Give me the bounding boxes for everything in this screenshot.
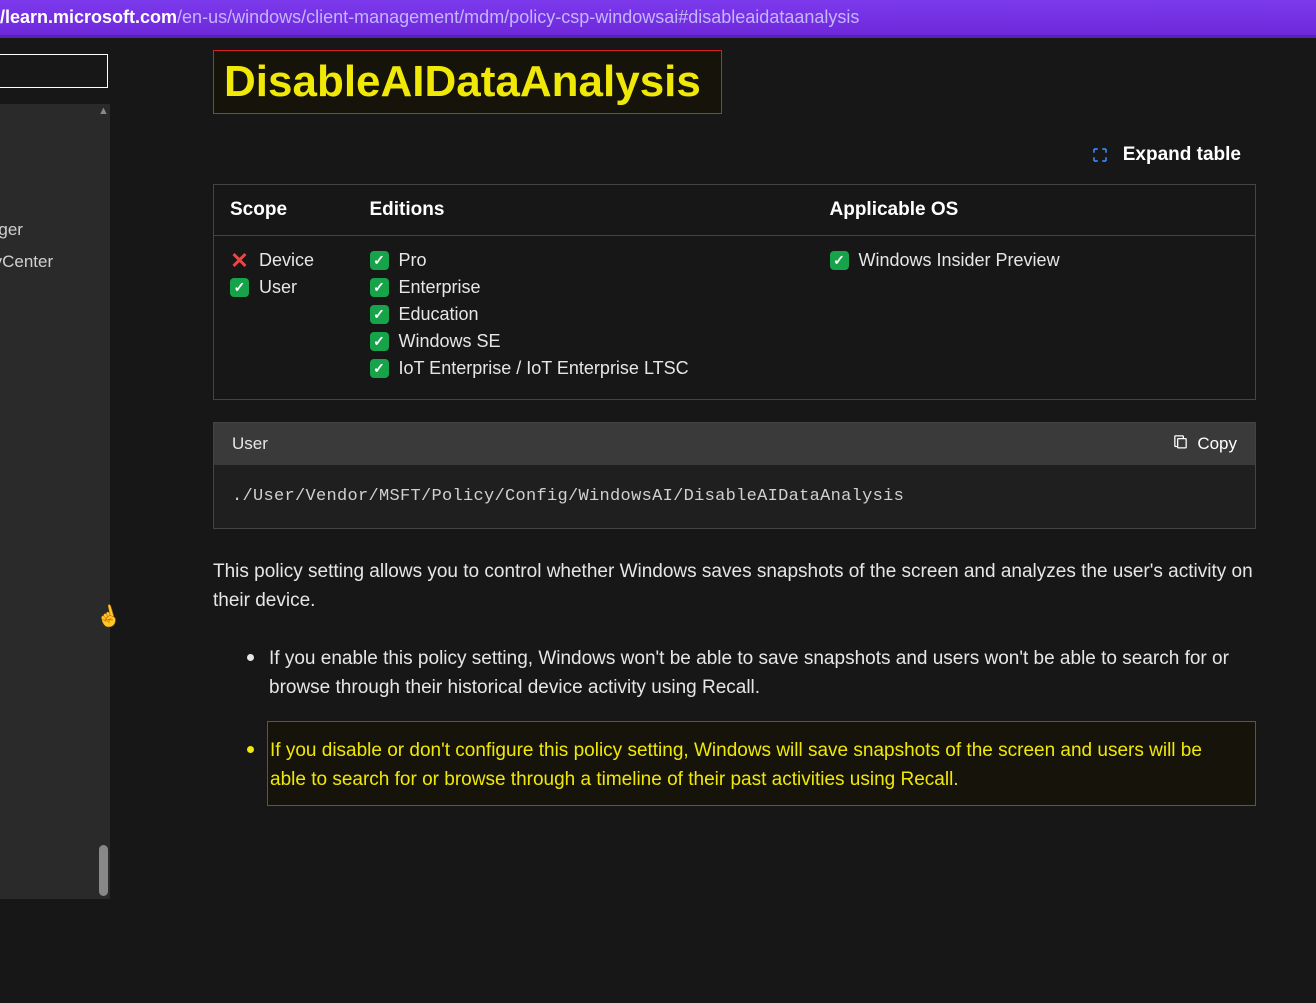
os-label: Windows Insider Preview xyxy=(859,250,1060,271)
code-header: User Copy xyxy=(214,423,1255,465)
check-icon: ✓ xyxy=(370,278,389,297)
content-area: DisableAIDataAnalysis Expand table Scope… xyxy=(143,38,1316,1001)
sidebar-search-input[interactable] xyxy=(0,54,108,88)
edition-label: Pro xyxy=(399,250,427,271)
scope-item: ✓ User xyxy=(230,277,338,298)
edition-item: ✓ Pro xyxy=(370,250,798,271)
check-icon: ✓ xyxy=(370,251,389,270)
os-item: ✓ Windows Insider Preview xyxy=(830,250,1240,271)
edition-label: Enterprise xyxy=(399,277,481,298)
check-icon: ✓ xyxy=(370,359,389,378)
td-os: ✓ Windows Insider Preview xyxy=(814,236,1256,400)
code-scope-label: User xyxy=(232,434,268,454)
edition-item: ✓ Enterprise xyxy=(370,277,798,298)
edition-label: Education xyxy=(399,304,479,325)
scope-table: Scope Editions Applicable OS ✕ Device ✓ … xyxy=(213,184,1256,400)
th-scope: Scope xyxy=(214,185,354,236)
scrollbar-thumb[interactable] xyxy=(99,845,108,896)
edition-label: IoT Enterprise / IoT Enterprise LTSC xyxy=(399,358,689,379)
policy-description: This policy setting allows you to contro… xyxy=(213,557,1256,616)
th-os: Applicable OS xyxy=(814,185,1256,236)
scrollbar[interactable]: ▲ xyxy=(97,104,110,899)
edition-item: ✓ Windows SE xyxy=(370,331,798,352)
expand-table-button[interactable]: Expand table xyxy=(213,144,1256,166)
code-content[interactable]: ./User/Vendor/MSFT/Policy/Config/Windows… xyxy=(214,465,1255,528)
copy-button[interactable]: Copy xyxy=(1172,433,1237,455)
sidebar-item[interactable]: urityCenter xyxy=(0,246,110,278)
th-editions: Editions xyxy=(354,185,814,236)
bullet-list: If you enable this policy setting, Windo… xyxy=(213,640,1256,806)
sidebar-item-label: anager xyxy=(0,220,23,239)
url-domain: /learn.microsoft.com xyxy=(0,7,177,27)
check-icon: ✓ xyxy=(370,305,389,324)
check-icon: ✓ xyxy=(230,278,249,297)
sidebar: anager urityCenter e ▲ xyxy=(0,38,143,1001)
copy-icon xyxy=(1172,433,1189,455)
bullet-item-highlight: If you disable or don't configure this p… xyxy=(267,721,1256,806)
bullet-item: If you enable this policy setting, Windo… xyxy=(267,640,1256,703)
sidebar-item-label: urityCenter xyxy=(0,252,53,271)
edition-item: ✓ Education xyxy=(370,304,798,325)
td-editions: ✓ Pro ✓ Enterprise ✓ Education ✓ xyxy=(354,236,814,400)
td-scope: ✕ Device ✓ User xyxy=(214,236,354,400)
sidebar-item[interactable]: e xyxy=(0,278,110,310)
expand-table-label: Expand table xyxy=(1123,144,1241,166)
page-title: DisableAIDataAnalysis xyxy=(224,57,701,107)
url-path: /en-us/windows/client-management/mdm/pol… xyxy=(177,7,859,27)
copy-label: Copy xyxy=(1197,434,1237,454)
sidebar-nav: anager urityCenter e ▲ xyxy=(0,104,110,899)
check-icon: ✓ xyxy=(830,251,849,270)
edition-label: Windows SE xyxy=(399,331,501,352)
url-bar[interactable]: /learn.microsoft.com/en-us/windows/clien… xyxy=(0,0,1316,38)
expand-icon xyxy=(1091,146,1109,164)
heading-highlight: DisableAIDataAnalysis xyxy=(213,50,722,114)
x-icon: ✕ xyxy=(230,251,249,270)
scope-label: User xyxy=(259,277,297,298)
code-block: User Copy ./User/Vendor/MSFT/Policy/Conf… xyxy=(213,422,1256,529)
sidebar-item[interactable]: anager xyxy=(0,214,110,246)
scope-label: Device xyxy=(259,250,314,271)
check-icon: ✓ xyxy=(370,332,389,351)
scope-item: ✕ Device xyxy=(230,250,338,271)
edition-item: ✓ IoT Enterprise / IoT Enterprise LTSC xyxy=(370,358,798,379)
scroll-up-icon[interactable]: ▲ xyxy=(97,104,110,118)
